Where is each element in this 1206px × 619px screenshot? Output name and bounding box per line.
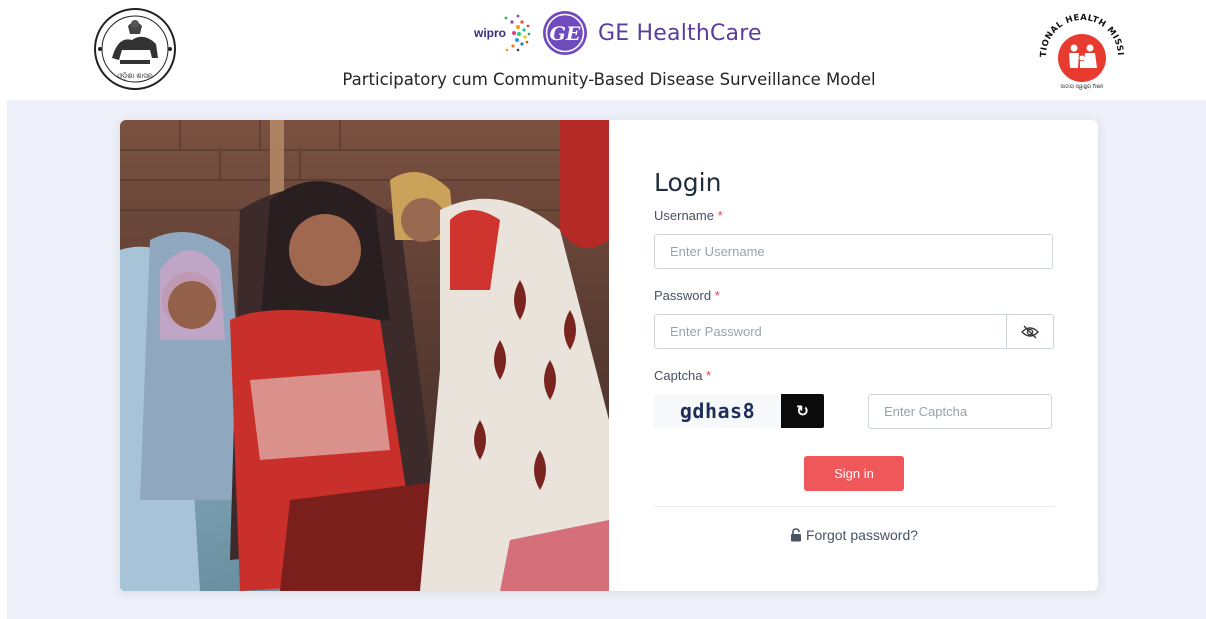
eye-slash-icon: [1021, 325, 1039, 338]
ge-monogram-logo: GE: [543, 11, 587, 55]
password-group: Enter Password: [654, 314, 1054, 349]
sign-in-button[interactable]: Sign in: [804, 456, 904, 491]
ge-healthcare-name: GE HealthCare: [598, 20, 762, 46]
password-input[interactable]: Enter Password: [654, 314, 1007, 349]
ge-monogram-text: GE: [550, 23, 581, 45]
toggle-password-visibility-button[interactable]: [1007, 314, 1054, 349]
captcha-label: Captcha *: [654, 368, 1054, 384]
page-subtitle: Participatory cum Community-Based Diseas…: [342, 70, 876, 89]
wipro-wordmark: wipro: [473, 26, 506, 40]
nhm-subtext: ଜାତୀୟ ସ୍ୱାସ୍ଥ୍ୟ ମିଶନ: [1061, 83, 1104, 90]
refresh-icon: ↻: [796, 403, 809, 420]
captcha-required-mark: *: [706, 368, 712, 383]
login-stage: Login Username * Enter Username Password…: [7, 100, 1206, 619]
captcha-label-text: Captcha: [654, 368, 703, 383]
captcha-row: gdhas8 ↻ Enter Captcha: [654, 393, 1054, 429]
login-form: Login Username * Enter Username Password…: [654, 168, 1054, 543]
username-placeholder: Enter Username: [670, 244, 765, 259]
unlock-icon: [790, 528, 802, 542]
login-title: Login: [654, 168, 722, 197]
wipro-logo: wipro: [473, 14, 531, 52]
login-card: Login Username * Enter Username Password…: [120, 120, 1098, 591]
national-health-mission-logo: NATIONAL HEALTH MISSION ଜାତୀୟ ସ୍ୱାସ୍ଥ୍ୟ …: [1036, 10, 1125, 90]
username-required-mark: *: [717, 208, 723, 223]
captcha-placeholder: Enter Captcha: [884, 403, 968, 419]
refresh-captcha-button[interactable]: ↻: [781, 394, 824, 428]
forgot-password-link[interactable]: Forgot password?: [654, 527, 1054, 543]
header: ଓଡ଼ିଶା ଶାସନ wipro GE GE HealthCare Parti…: [0, 0, 1206, 100]
username-label: Username *: [654, 208, 1054, 224]
form-divider: [654, 506, 1054, 507]
password-label-text: Password: [654, 288, 712, 303]
brand-logos: wipro GE GE HealthCare: [470, 10, 762, 56]
username-label-text: Username: [654, 208, 714, 223]
username-input[interactable]: Enter Username: [654, 234, 1053, 269]
password-required-mark: *: [714, 288, 720, 303]
password-placeholder: Enter Password: [670, 324, 762, 339]
captcha-input[interactable]: Enter Captcha: [868, 393, 1052, 429]
password-label: Password *: [654, 288, 1054, 304]
captcha-image: gdhas8: [654, 394, 781, 428]
community-women-photo: [120, 120, 609, 591]
forgot-password-text: Forgot password?: [805, 527, 919, 543]
